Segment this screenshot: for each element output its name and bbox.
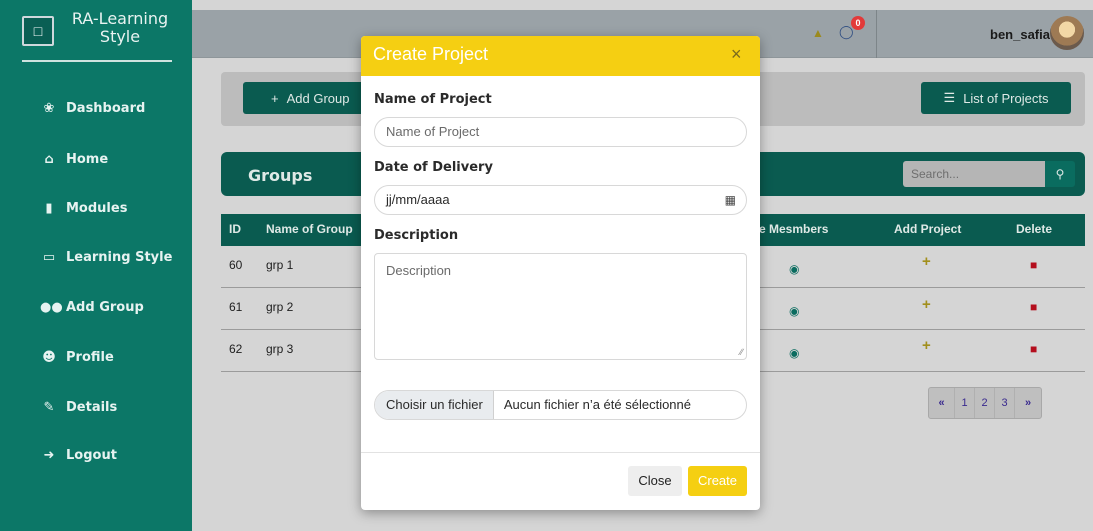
sidebar-item-profile[interactable]: ☻ Profile xyxy=(40,350,114,365)
column-header-add-project: Add Project xyxy=(894,222,962,236)
sidebar-item-label: Profile xyxy=(66,350,114,365)
sidebar-item-label: Learning Style xyxy=(66,250,173,265)
book-icon: ▮ xyxy=(45,201,53,216)
sidebar-item-label: Details xyxy=(66,400,118,415)
search-icon: ⚲ xyxy=(1055,167,1065,181)
list-icon: ☰ xyxy=(943,90,956,105)
list-projects-button[interactable]: ☰ List of Projects xyxy=(921,82,1071,114)
topbar-divider xyxy=(876,10,877,58)
users-icon: ●● xyxy=(40,300,63,315)
sidebar-item-label: Add Group xyxy=(66,300,144,315)
pagination-page-2[interactable]: 2 xyxy=(975,388,995,418)
eye-icon[interactable]: ◉ xyxy=(789,304,799,318)
create-button[interactable]: Create xyxy=(688,466,747,496)
brand-divider xyxy=(22,60,172,62)
add-group-button[interactable]: + Add Group xyxy=(243,82,373,114)
pagination: « 1 2 3 » xyxy=(928,387,1042,419)
sidebar-item-label: Dashboard xyxy=(66,101,146,116)
description-placeholder: Description xyxy=(386,263,452,278)
trash-icon[interactable]: ■ xyxy=(1030,342,1037,356)
create-project-modal: Create Project × Name of Project Name of… xyxy=(361,36,760,510)
trash-icon[interactable]: ■ xyxy=(1030,258,1037,272)
sidebar: □ RA-Learning Style ❀ Dashboard ⌂ Home ▮… xyxy=(0,0,192,531)
sidebar-item-label: Modules xyxy=(66,201,128,216)
search-button[interactable]: ⚲ xyxy=(1045,161,1075,187)
search-input[interactable]: Search... xyxy=(903,161,1045,187)
logout-icon: ➜ xyxy=(43,448,55,463)
row-id: 60 xyxy=(229,258,243,272)
close-button[interactable]: Close xyxy=(628,466,682,496)
laptop-icon: ▭ xyxy=(42,250,56,265)
delivery-date-input[interactable]: jj/mm/aaaa ▦ xyxy=(374,185,747,215)
list-projects-label: List of Projects xyxy=(963,90,1049,106)
notification-badge: 0 xyxy=(851,16,865,30)
modal-footer-divider xyxy=(361,452,760,453)
pagination-prev[interactable]: « xyxy=(929,388,955,418)
file-status: Aucun fichier n’a été sélectionné xyxy=(503,397,692,412)
sidebar-item-logout[interactable]: ➜ Logout xyxy=(40,448,117,463)
brand[interactable]: □ RA-Learning Style xyxy=(22,10,172,60)
pagination-next[interactable]: » xyxy=(1015,388,1041,418)
eye-icon[interactable]: ◉ xyxy=(789,262,799,276)
project-name-input[interactable]: Name of Project xyxy=(374,117,747,147)
row-name: grp 3 xyxy=(266,342,294,356)
sidebar-item-modules[interactable]: ▮ Modules xyxy=(40,201,127,216)
groups-title: Groups xyxy=(248,166,313,185)
edit-icon: ✎ xyxy=(43,400,55,415)
column-header-id: ID xyxy=(229,222,241,236)
trash-icon[interactable]: ■ xyxy=(1030,300,1037,314)
calendar-icon[interactable]: ▦ xyxy=(725,186,736,214)
plus-icon: + xyxy=(271,90,279,106)
add-project-icon[interactable]: + xyxy=(922,296,931,313)
date-label: Date of Delivery xyxy=(374,160,493,175)
bell-icon[interactable]: ▲ xyxy=(812,26,824,40)
sidebar-item-home[interactable]: ⌂ Home xyxy=(40,152,108,167)
dashboard-icon: ❀ xyxy=(43,101,55,116)
sidebar-item-label: Home xyxy=(66,152,109,167)
sidebar-item-dashboard[interactable]: ❀ Dashboard xyxy=(40,101,146,116)
pagination-page-1[interactable]: 1 xyxy=(955,388,975,418)
add-project-icon[interactable]: + xyxy=(922,253,931,270)
row-id: 61 xyxy=(229,300,243,314)
sidebar-item-add-group[interactable]: ●● Add Group xyxy=(40,300,144,315)
brand-title: RA-Learning Style xyxy=(71,9,169,46)
row-id: 62 xyxy=(229,342,243,356)
home-icon: ⌂ xyxy=(44,152,54,167)
username[interactable]: ben_safia xyxy=(990,27,1050,42)
description-label: Description xyxy=(374,228,459,243)
file-input[interactable]: Choisir un fichier Aucun fichier n’a été… xyxy=(374,390,747,420)
choose-file-button[interactable]: Choisir un fichier xyxy=(375,391,494,419)
pagination-page-3[interactable]: 3 xyxy=(995,388,1015,418)
row-name: grp 1 xyxy=(266,258,294,272)
column-header-members: e Mesmbers xyxy=(759,222,829,236)
sidebar-item-learning-style[interactable]: ▭ Learning Style xyxy=(40,250,173,265)
add-project-icon[interactable]: + xyxy=(922,337,931,354)
date-value: jj/mm/aaaa xyxy=(386,192,450,207)
eye-icon[interactable]: ◉ xyxy=(789,346,799,360)
name-label: Name of Project xyxy=(374,92,492,107)
add-group-label: Add Group xyxy=(286,90,350,106)
modal-title: Create Project xyxy=(373,44,489,64)
sidebar-item-label: Logout xyxy=(66,448,117,463)
description-textarea[interactable]: Description ∕∕ xyxy=(374,253,747,360)
sidebar-item-details[interactable]: ✎ Details xyxy=(40,400,118,415)
row-name: grp 2 xyxy=(266,300,294,314)
avatar[interactable] xyxy=(1050,16,1084,50)
laptop-icon: □ xyxy=(22,16,54,46)
resize-handle-icon[interactable]: ∕∕ xyxy=(740,347,743,357)
column-header-delete: Delete xyxy=(1016,222,1053,236)
close-icon[interactable]: × xyxy=(731,44,742,65)
column-header-name: Name of Group xyxy=(266,222,353,236)
user-gear-icon: ☻ xyxy=(42,350,56,365)
